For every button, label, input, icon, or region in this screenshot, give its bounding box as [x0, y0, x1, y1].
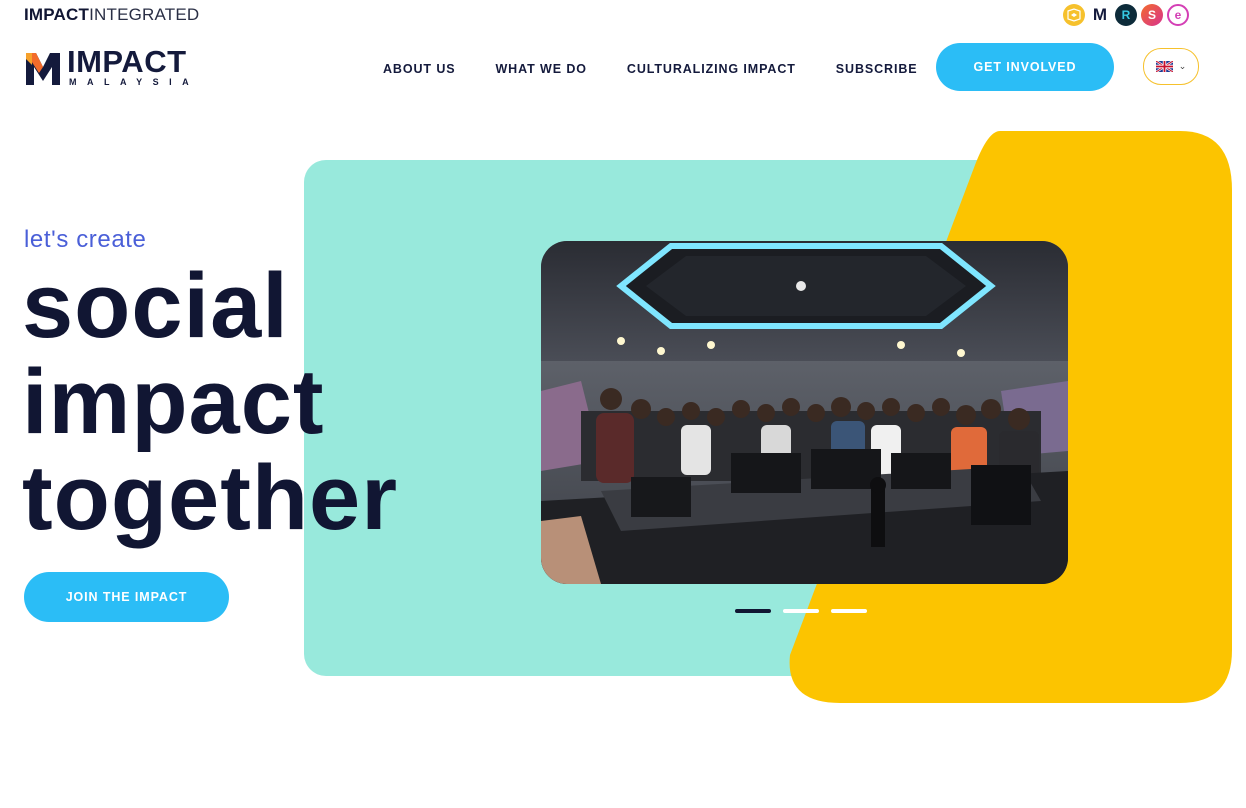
impact-m-icon[interactable]: M — [1089, 4, 1111, 26]
hero-eyebrow: let's create — [24, 226, 147, 253]
headline-line-2: impact — [22, 351, 325, 453]
r-brand-icon[interactable]: R — [1115, 4, 1137, 26]
get-involved-button[interactable]: GET INVOLVED — [936, 43, 1114, 91]
headline-line-3: together — [22, 447, 398, 549]
impact-m-logo-icon — [26, 53, 60, 85]
chevron-down-icon: ⌄ — [1178, 61, 1187, 71]
nav-culturalizing-impact[interactable]: CULTURALIZING IMPACT — [627, 62, 796, 76]
nav-what-we-do[interactable]: WHAT WE DO — [495, 62, 586, 76]
logo-subtitle: MALAYSIA — [69, 77, 200, 87]
join-the-impact-button[interactable]: JOIN THE IMPACT — [24, 572, 229, 622]
slide-indicator-2[interactable] — [783, 609, 819, 613]
partner-brand-icons: M R S e — [1063, 4, 1189, 26]
impact-malaysia-logo[interactable]: IMPACT MALAYSIA — [24, 44, 200, 87]
wordmark-bold: IMPACT — [24, 5, 90, 24]
nav-about-us[interactable]: ABOUT US — [383, 62, 455, 76]
impact-integrated-wordmark[interactable]: IMPACTINTEGRATED — [24, 6, 199, 24]
slide-indicator-3[interactable] — [831, 609, 867, 613]
hero-photo-group-studio — [541, 241, 1068, 584]
language-selector[interactable]: ⌄ — [1143, 48, 1199, 85]
hero-headline: social impact together — [22, 258, 398, 546]
slide-indicator-1[interactable] — [735, 609, 771, 613]
logo-title: IMPACT — [67, 44, 187, 79]
nav-subscribe[interactable]: SUBSCRIBE — [836, 62, 918, 76]
mobius-icon[interactable] — [1063, 4, 1085, 26]
uk-flag-icon — [1155, 61, 1173, 72]
main-nav: ABOUT US WHAT WE DO CULTURALIZING IMPACT… — [383, 62, 958, 76]
s-brand-icon[interactable]: S — [1141, 4, 1163, 26]
e-brand-icon[interactable]: e — [1167, 4, 1189, 26]
headline-line-1: social — [22, 255, 289, 357]
wordmark-light: INTEGRATED — [89, 5, 200, 24]
hero-slider-indicators — [735, 609, 867, 613]
